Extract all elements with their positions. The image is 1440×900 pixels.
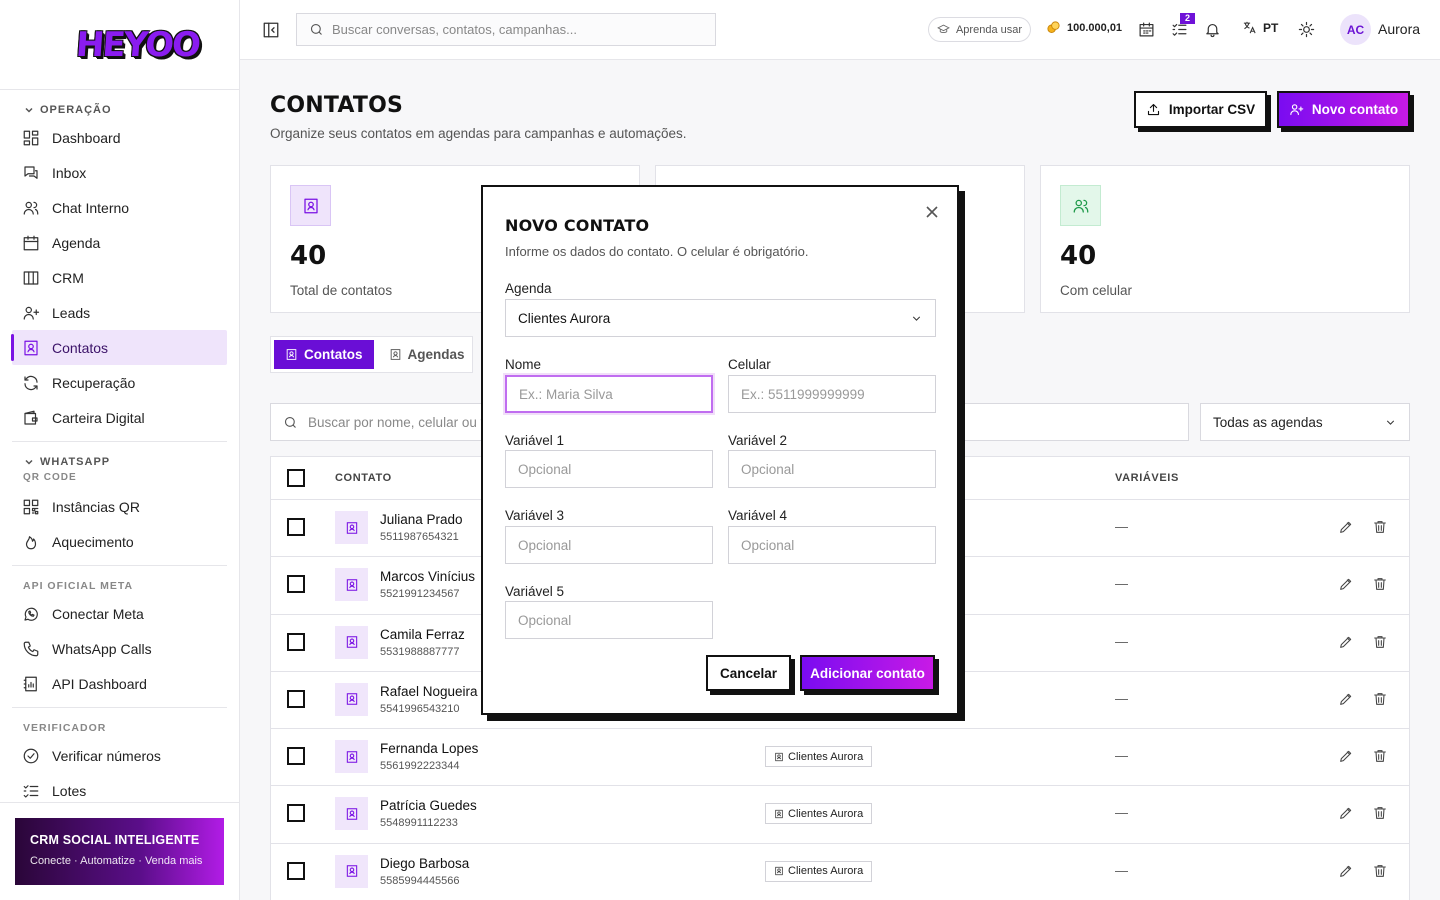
phone-label: Celular — [728, 357, 771, 372]
variable-1-label: Variável 1 — [505, 433, 565, 448]
agenda-select[interactable]: Clientes Aurora — [505, 299, 936, 337]
variable-3-label: Variável 3 — [505, 508, 565, 523]
name-label: Nome — [505, 357, 542, 372]
variable-5-input[interactable] — [505, 601, 713, 639]
variable-3-input[interactable] — [505, 526, 713, 564]
new-contact-modal: NOVO CONTATO Informe os dados do contato… — [481, 185, 959, 715]
chevron-down-icon — [912, 316, 921, 321]
cancel-button[interactable]: Cancelar — [706, 655, 791, 691]
variable-4-input[interactable] — [728, 526, 936, 564]
variable-5-label: Variável 5 — [505, 584, 565, 599]
variable-4-label: Variável 4 — [728, 508, 788, 523]
name-input[interactable] — [505, 375, 713, 413]
modal-subtitle: Informe os dados do contato. O celular é… — [505, 244, 809, 259]
phone-input[interactable] — [728, 375, 936, 413]
variable-2-input[interactable] — [728, 450, 936, 488]
agenda-label: Agenda — [505, 281, 552, 296]
close-icon — [926, 206, 938, 218]
variable-2-label: Variável 2 — [728, 433, 788, 448]
variable-1-input[interactable] — [505, 450, 713, 488]
close-button[interactable] — [925, 205, 939, 219]
add-contact-button[interactable]: Adicionar contato — [800, 655, 935, 691]
modal-title: NOVO CONTATO — [505, 216, 650, 235]
